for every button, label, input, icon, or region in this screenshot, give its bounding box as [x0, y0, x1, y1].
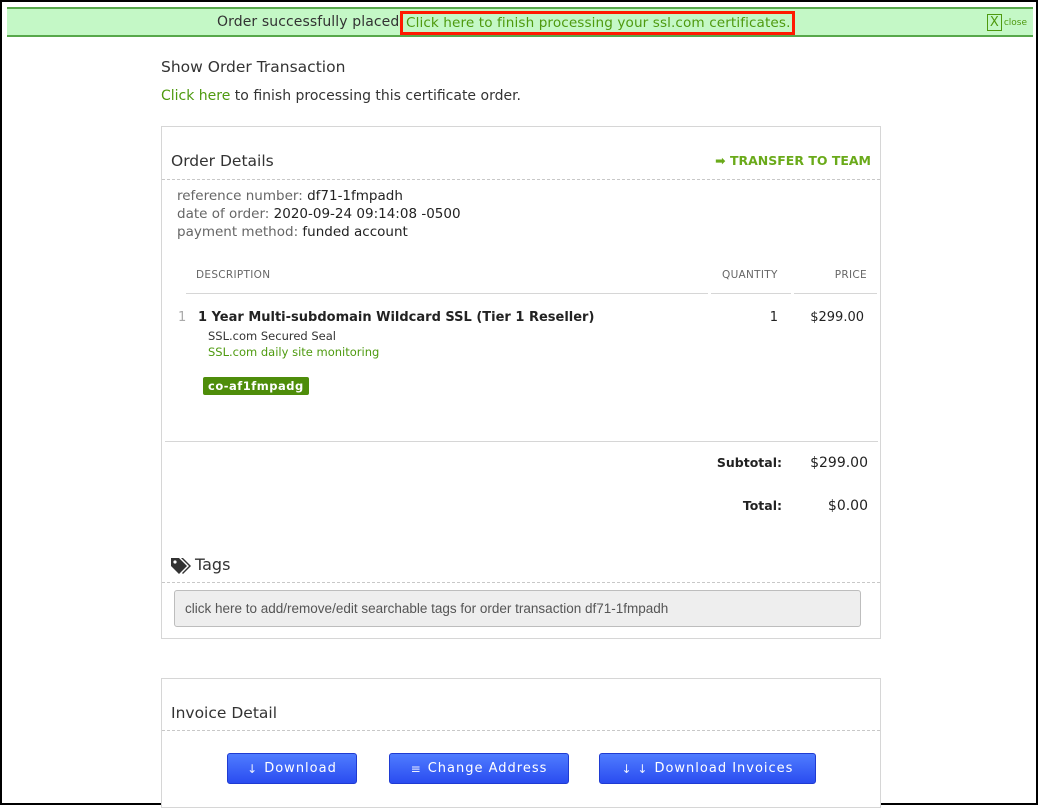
download-invoices-button[interactable]: ↓ ↓ Download Invoices: [599, 753, 816, 784]
row-number: 1: [178, 310, 187, 325]
column-description: DESCRIPTION: [196, 269, 271, 281]
finish-processing-link[interactable]: Click here to finish processing your ssl…: [400, 11, 795, 35]
finish-order-line: Click here to finish processing this cer…: [161, 88, 521, 104]
arrow-right-icon: ➡: [715, 153, 726, 168]
addon-secured-seal: SSL.com Secured Seal: [208, 329, 336, 343]
close-icon: X: [986, 14, 1002, 31]
double-download-icon: ↓ ↓: [621, 761, 649, 776]
total-value: $0.00: [827, 498, 868, 514]
tags-header: Tags: [162, 555, 880, 583]
addon-site-monitoring: SSL.com daily site monitoring: [208, 345, 380, 359]
invoice-detail-panel: Invoice Detail ↓ Download ≡ Change Addre…: [161, 678, 881, 808]
flash-banner: Order successfully placed. Click here to…: [7, 7, 1033, 37]
date-of-order: date of order: 2020-09-24 09:14:08 -0500: [177, 206, 461, 222]
tags-icon: [170, 557, 192, 579]
close-label: close: [1003, 17, 1027, 28]
tags-heading: Tags: [195, 555, 231, 574]
total-label: Total:: [742, 498, 782, 513]
item-quantity: 1: [769, 310, 778, 325]
change-address-label: Change Address: [427, 761, 548, 776]
table-header: DESCRIPTION QUANTITY PRICE: [162, 265, 880, 294]
invoice-detail-header: Invoice Detail: [162, 679, 880, 731]
download-arrow-icon: ↓: [247, 761, 259, 776]
column-price: PRICE: [834, 269, 867, 281]
order-meta: reference number: df71-1fmpadh date of o…: [177, 187, 461, 241]
download-button[interactable]: ↓ Download: [227, 753, 357, 784]
order-details-heading: Order Details: [171, 152, 274, 170]
header-divider: [711, 293, 791, 294]
order-details-header: Order Details ➡ TRANSFER TO TEAM: [162, 127, 880, 180]
product-title: 1 Year Multi-subdomain Wildcard SSL (Tie…: [198, 310, 595, 325]
payment-method: payment method: funded account: [177, 224, 408, 240]
download-invoices-label: Download Invoices: [654, 761, 794, 776]
list-icon: ≡: [410, 761, 422, 776]
invoice-detail-heading: Invoice Detail: [171, 704, 278, 722]
order-details-panel: Order Details ➡ TRANSFER TO TEAM referen…: [161, 126, 881, 639]
subtotal-label: Subtotal:: [716, 455, 782, 470]
header-divider: [794, 293, 877, 294]
reference-number: reference number: df71-1fmpadh: [177, 188, 403, 204]
flash-close-button[interactable]: X close: [986, 14, 1027, 31]
transfer-label: TRANSFER TO TEAM: [729, 153, 871, 168]
column-quantity: QUANTITY: [722, 269, 778, 281]
finish-order-text: to finish processing this certificate or…: [230, 88, 521, 104]
click-here-link[interactable]: Click here: [161, 88, 230, 104]
subtotal-value: $299.00: [810, 455, 868, 471]
page-title: Show Order Transaction: [161, 58, 346, 76]
certificate-order-badge[interactable]: co-af1fmpadg: [203, 377, 309, 395]
item-price: $299.00: [810, 310, 864, 325]
totals-divider: [165, 441, 878, 442]
tags-input[interactable]: click here to add/remove/edit searchable…: [174, 590, 861, 627]
download-label: Download: [264, 761, 337, 776]
change-address-button[interactable]: ≡ Change Address: [389, 753, 569, 784]
flash-message: Order successfully placed.: [217, 14, 404, 30]
transfer-to-team-link[interactable]: ➡ TRANSFER TO TEAM: [715, 153, 871, 168]
header-divider: [186, 293, 708, 294]
